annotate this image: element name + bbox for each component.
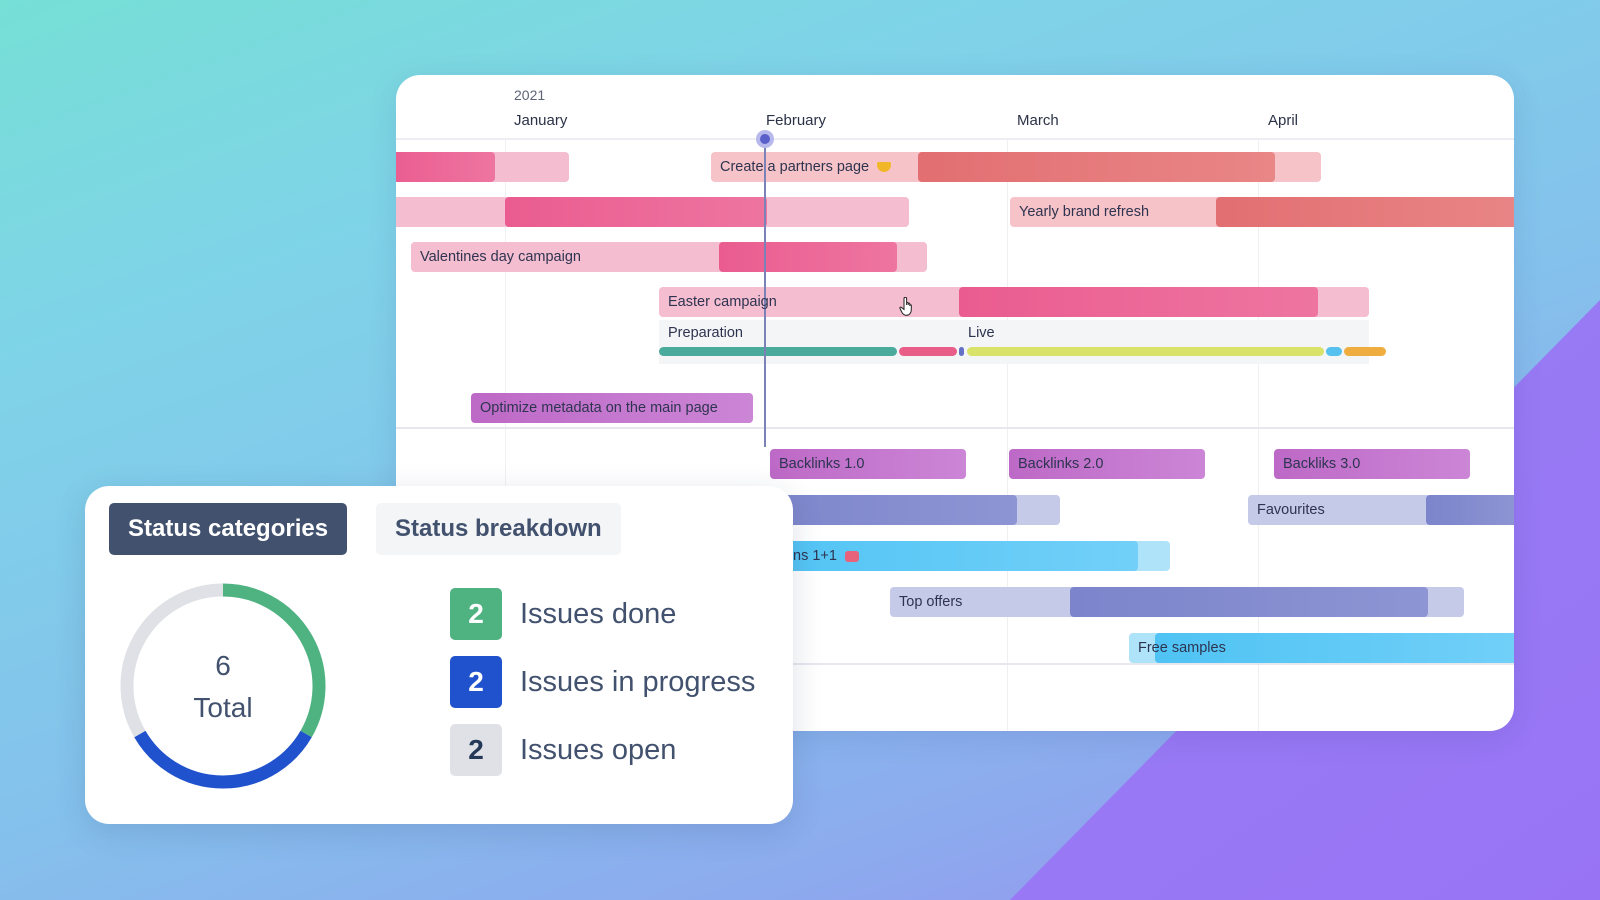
month-header: January bbox=[514, 112, 568, 129]
legend-label: Issues open bbox=[520, 733, 677, 766]
phase-bar bbox=[1344, 347, 1386, 356]
task-bar[interactable] bbox=[396, 197, 909, 227]
phase-bar bbox=[899, 347, 957, 356]
donut-total-label: Total bbox=[193, 692, 252, 723]
task-bar-top-offers[interactable]: Top offers bbox=[890, 587, 1464, 617]
tab-status-categories[interactable]: Status categories bbox=[109, 503, 348, 555]
task-progress bbox=[1426, 495, 1514, 525]
task-label: Create a partners page bbox=[720, 159, 870, 175]
today-line bbox=[764, 137, 766, 447]
task-progress bbox=[918, 152, 1275, 182]
gift-emoji-icon bbox=[844, 550, 859, 562]
task-label: Backliks 3.0 bbox=[1283, 456, 1361, 472]
month-header: March bbox=[1017, 112, 1059, 129]
legend-item-in-progress: 2 Issues in progress bbox=[450, 656, 755, 708]
phase-label-live: Live bbox=[968, 325, 995, 341]
phase-bar bbox=[1326, 347, 1342, 356]
count-badge-done: 2 bbox=[450, 588, 502, 640]
month-header: February bbox=[766, 112, 827, 129]
header-divider bbox=[396, 138, 1514, 140]
task-label: Easter campaign bbox=[668, 294, 777, 310]
task-label: Free samples bbox=[1138, 640, 1226, 656]
task-label: Optimize metadata on the main page bbox=[480, 400, 718, 416]
task-label: Backlinks 1.0 bbox=[779, 456, 865, 472]
task-progress bbox=[719, 242, 897, 272]
task-label: Top offers bbox=[899, 594, 963, 610]
heart-emoji-icon bbox=[877, 162, 892, 173]
task-bar-backlinks-2[interactable]: Backlinks 2.0 bbox=[1009, 449, 1205, 479]
phase-bar bbox=[959, 347, 964, 356]
task-label: Favourites bbox=[1257, 502, 1325, 518]
task-progress bbox=[505, 197, 767, 227]
task-bar-favourites[interactable]: Favourites bbox=[1248, 495, 1514, 525]
task-label: Valentines day campaign bbox=[420, 249, 581, 265]
legend-item-open: 2 Issues open bbox=[450, 724, 676, 776]
tab-status-breakdown[interactable]: Status breakdown bbox=[376, 503, 621, 555]
task-progress bbox=[959, 287, 1318, 317]
task-bar-free-samples[interactable]: Free samples bbox=[1129, 633, 1514, 663]
task-progress bbox=[1070, 587, 1428, 617]
phase-label-preparation: Preparation bbox=[668, 325, 743, 341]
legend-item-done: 2 Issues done bbox=[450, 588, 676, 640]
task-bar-yearly-brand-refresh[interactable]: Yearly brand refresh bbox=[1010, 197, 1514, 227]
grid-line bbox=[1007, 139, 1008, 731]
donut-segment-issues-in-progress bbox=[134, 730, 312, 789]
task-label: Yearly brand refresh bbox=[1019, 204, 1150, 220]
status-card: Status categories Status breakdown 6 Tot… bbox=[85, 486, 793, 824]
month-header: April bbox=[1268, 112, 1299, 129]
phase-bar bbox=[967, 347, 1324, 356]
task-label: Backlinks 2.0 bbox=[1018, 456, 1104, 472]
task-bar-create-partners-page[interactable]: Create a partners page bbox=[711, 152, 1321, 182]
task-bar-backlinks-1[interactable]: Backlinks 1.0 bbox=[770, 449, 966, 479]
count-badge-open: 2 bbox=[450, 724, 502, 776]
status-donut-chart: 6 Total bbox=[120, 583, 326, 789]
today-marker-icon[interactable] bbox=[756, 130, 774, 148]
count-badge-in-progress: 2 bbox=[450, 656, 502, 708]
task-bar-optimize-metadata[interactable]: Optimize metadata on the main page bbox=[471, 393, 753, 423]
task-progress bbox=[396, 152, 495, 182]
donut-total-value: 6 bbox=[215, 650, 231, 681]
hand-cursor-icon bbox=[899, 297, 912, 316]
phase-bar bbox=[659, 347, 897, 356]
legend-label: Issues in progress bbox=[520, 665, 756, 698]
task-bar[interactable] bbox=[396, 152, 569, 182]
timeline-year: 2021 bbox=[514, 87, 546, 103]
section-divider bbox=[396, 427, 1514, 429]
task-bar-valentines-day-campaign[interactable]: Valentines day campaign bbox=[411, 242, 927, 272]
task-label: ns 1+1 bbox=[793, 548, 837, 564]
task-progress bbox=[1216, 197, 1514, 227]
legend-label: Issues done bbox=[520, 597, 677, 630]
task-bar-backlinks-3[interactable]: Backliks 3.0 bbox=[1274, 449, 1470, 479]
